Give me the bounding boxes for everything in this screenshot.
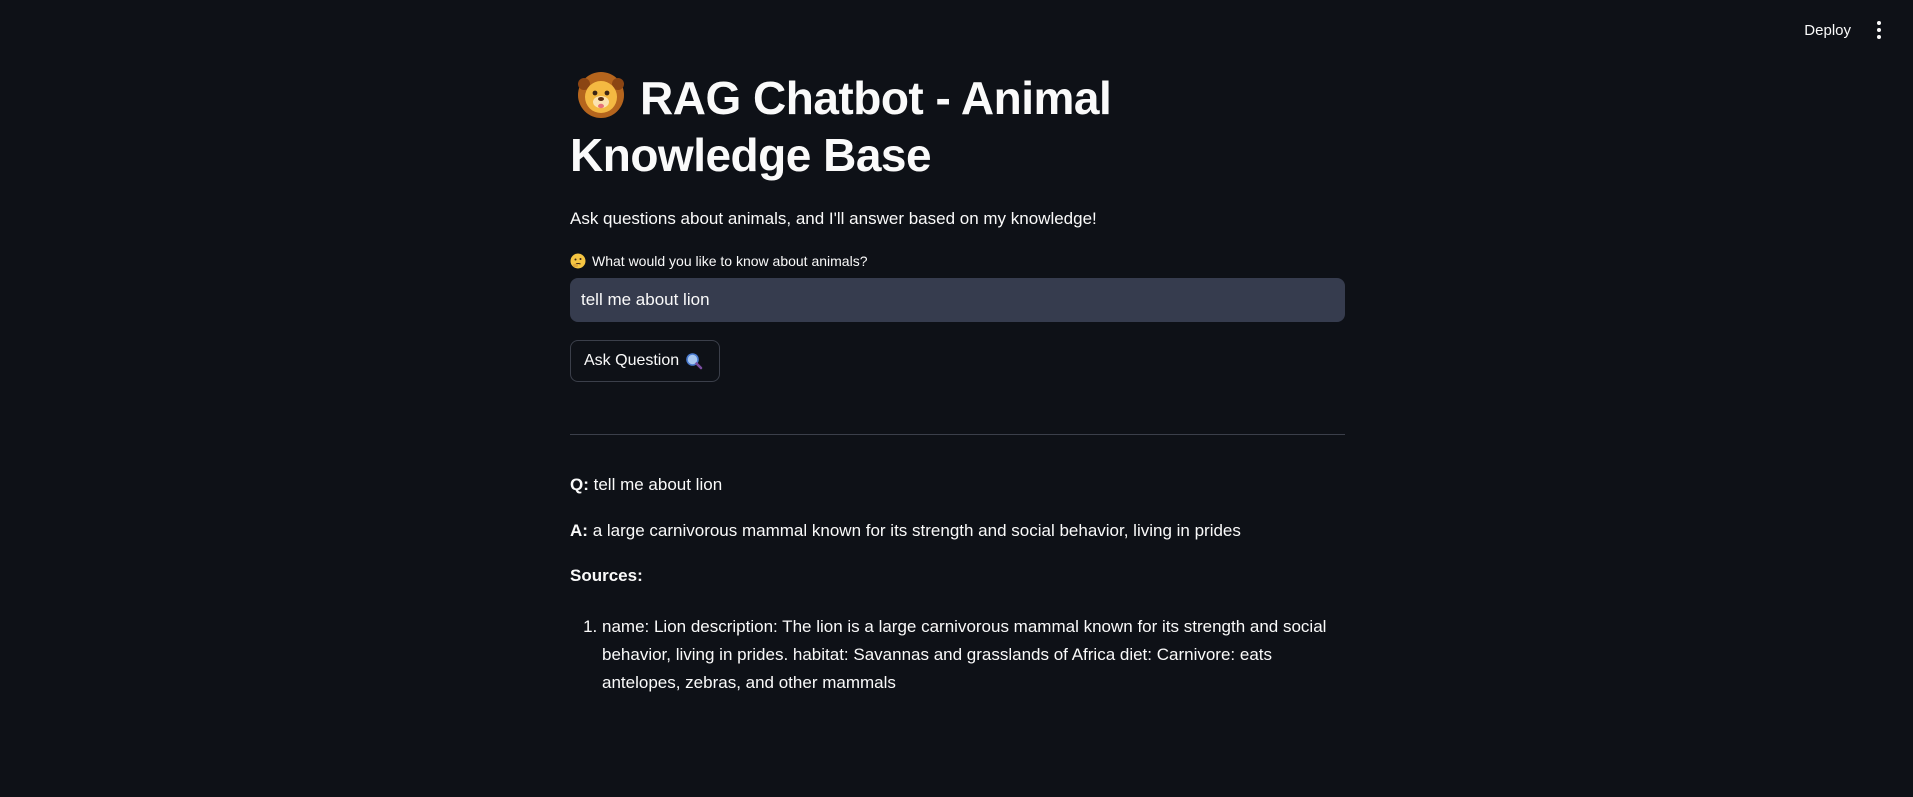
sources-heading: Sources: [570,566,643,585]
question-text: tell me about lion [593,475,723,494]
page-title: RAG Chatbot - Animal Knowledge Base [570,70,1345,184]
sources-list: name: Lion description: The lion is a la… [570,613,1345,697]
ask-question-button[interactable]: Ask Question [570,340,721,382]
answer: A: a large carnivorous mammal known for … [570,520,1345,542]
lion-face-icon [578,72,624,118]
answer-prefix: A: [570,521,588,540]
thinking-face-icon [570,253,586,269]
more-vertical-icon[interactable] [1871,18,1887,42]
question-echo: Q: tell me about lion [570,474,1345,496]
page-title-text: RAG Chatbot - Animal Knowledge Base [570,72,1112,181]
answer-text: a large carnivorous mammal known for its… [592,521,1241,540]
ask-question-label: Ask Question [584,352,680,369]
magnifying-glass-icon [686,353,703,370]
question-label: What would you like to know about animal… [570,252,1345,270]
deploy-button[interactable]: Deploy [1798,18,1857,43]
divider [570,434,1345,435]
list-item: name: Lion description: The lion is a la… [602,613,1345,697]
question-prefix: Q: [570,475,589,494]
question-label-text: What would you like to know about animal… [592,253,868,269]
page-subtitle: Ask questions about animals, and I'll an… [570,209,1097,228]
question-input[interactable] [570,278,1345,322]
main-content: RAG Chatbot - Animal Knowledge Base Ask … [570,0,1345,697]
